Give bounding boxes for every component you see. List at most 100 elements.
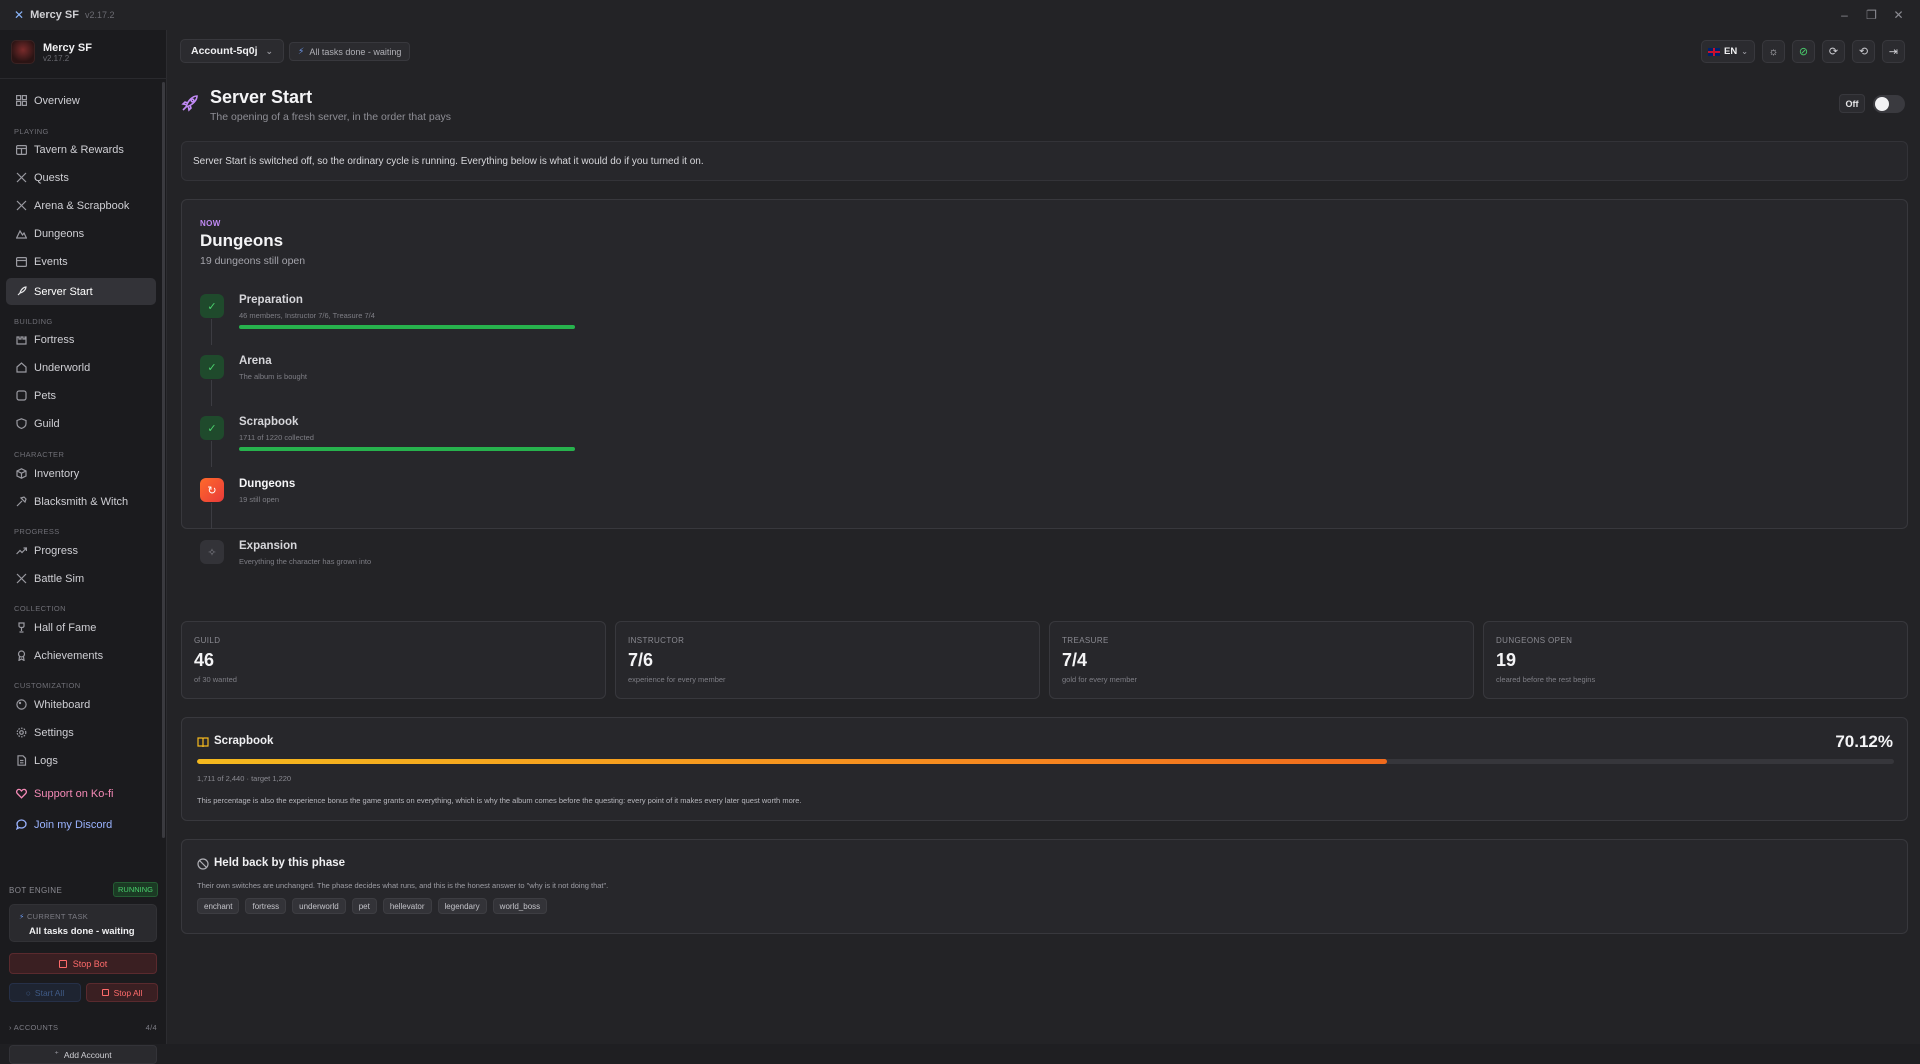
sidebar-item-label: Settings	[34, 726, 74, 739]
phase-now-label: NOW	[200, 219, 221, 228]
sidebar-item-tavern[interactable]: Tavern & Rewards	[6, 136, 156, 163]
sidebar-item-label: Dungeons	[34, 227, 85, 240]
sync-icon: ⟲	[1858, 46, 1869, 58]
avatar	[11, 40, 35, 64]
sidebar-item-events[interactable]: Events	[6, 248, 156, 275]
castle-icon	[14, 333, 28, 347]
sidebar-item-logs[interactable]: Logs	[6, 747, 156, 774]
stat-desc: experience for every member	[628, 675, 726, 684]
server-start-toggle[interactable]	[1873, 95, 1905, 113]
stop-bot-button[interactable]: Stop Bot	[9, 953, 157, 974]
chevron-right-icon: ›	[9, 1023, 12, 1032]
close-icon[interactable]: ✕	[1885, 0, 1912, 30]
sidebar: Mercy SF v2.17.2 Overview PLAYING Tavern…	[0, 30, 167, 1064]
sidebar-item-guild[interactable]: Guild	[6, 410, 156, 437]
stat-label: INSTRUCTOR	[628, 636, 685, 645]
stat-label: GUILD	[194, 636, 221, 645]
language-select[interactable]: EN ⌄	[1701, 40, 1755, 63]
scrapbook-progress-track	[197, 759, 1894, 764]
visibility-toggle-button[interactable]: ⊘	[1792, 40, 1815, 63]
sidebar-item-progress[interactable]: Progress	[6, 537, 156, 564]
scrapbook-card: Scrapbook 70.12% 1,711 of 2,440 · target…	[181, 717, 1908, 821]
accounts-header[interactable]: › ACCOUNTS 4/4	[9, 1023, 157, 1032]
sidebar-scrollbar[interactable]	[162, 82, 165, 838]
divider	[0, 78, 167, 79]
stat-card-treasure: TREASURE 7/4 gold for every member	[1049, 621, 1474, 699]
sidebar-item-overview[interactable]: Overview	[6, 87, 156, 114]
banner-text: Server Start is switched off, so the ord…	[193, 155, 704, 167]
stat-desc: gold for every member	[1062, 675, 1138, 684]
stat-desc: of 30 wanted	[194, 675, 237, 684]
sidebar-item-settings[interactable]: Settings	[6, 719, 156, 746]
sidebar-item-kofi[interactable]: Support on Ko-fi	[6, 780, 156, 807]
sidebar-item-underworld[interactable]: Underworld	[6, 354, 156, 381]
chip: pet	[351, 898, 377, 914]
chip: underworld	[292, 898, 346, 914]
held-back-note: Their own switches are unchanged. The ph…	[197, 881, 609, 890]
stop-bot-label: Stop Bot	[72, 958, 108, 969]
rocket-icon	[181, 95, 198, 112]
brand-name: Mercy SF	[43, 41, 92, 54]
sidebar-item-label: Join my Discord	[34, 818, 113, 831]
sidebar-item-fortress[interactable]: Fortress	[6, 326, 156, 353]
sidebar-item-blacksmith[interactable]: Blacksmith & Witch	[6, 488, 156, 515]
stat-card-dungeons-open: DUNGEONS OPEN 19 cleared before the rest…	[1483, 621, 1908, 699]
scrapbook-title: Scrapbook	[214, 735, 274, 747]
sidebar-item-label: Underworld	[34, 361, 91, 374]
sidebar-item-label: Overview	[34, 94, 80, 107]
step-scrapbook: ✓ Scrapbook 1711 of 1220 collected	[200, 416, 800, 467]
calendar-icon	[14, 255, 28, 269]
book-icon	[197, 737, 209, 748]
refresh-button[interactable]: ⟳	[1822, 40, 1845, 63]
sidebar-item-inventory[interactable]: Inventory	[6, 460, 156, 487]
swords-icon	[14, 171, 28, 185]
toggle-state-label: Off	[1839, 94, 1865, 113]
restore-icon[interactable]: ❐	[1858, 0, 1885, 30]
add-account-button[interactable]: ⁺ Add Account	[9, 1045, 157, 1064]
check-icon: ✓	[200, 355, 224, 379]
sun-icon: ☼	[1768, 45, 1779, 58]
sidebar-item-arena[interactable]: Arena & Scrapbook	[6, 192, 156, 219]
sidebar-item-discord[interactable]: Join my Discord	[6, 811, 156, 838]
held-back-card: Held back by this phase Their own switch…	[181, 839, 1908, 934]
add-account-label: Add Account	[63, 1049, 112, 1060]
chat-bubble-icon	[14, 818, 28, 832]
step-desc: Everything the character has grown into	[239, 557, 372, 566]
logout-icon: ⇥	[1888, 46, 1899, 58]
step-connector	[211, 380, 212, 406]
account-select[interactable]: Account-5q0j ⌄	[180, 39, 285, 63]
sidebar-item-dungeons[interactable]: Dungeons	[6, 220, 156, 247]
stop-all-button[interactable]: Stop All	[86, 983, 158, 1002]
ban-icon	[197, 858, 209, 870]
hammer-icon	[14, 495, 28, 509]
current-task-value: All tasks done - waiting	[29, 926, 135, 937]
box-icon	[14, 467, 28, 481]
stat-card-instructor: INSTRUCTOR 7/6 experience for every memb…	[615, 621, 1040, 699]
logout-button[interactable]: ⇥	[1882, 40, 1905, 63]
square-icon	[58, 959, 67, 968]
check-icon: ✓	[200, 294, 224, 318]
sidebar-item-quests[interactable]: Quests	[6, 164, 156, 191]
accounts-count: 4/4	[145, 1023, 157, 1032]
section-collection: COLLECTION	[14, 604, 66, 613]
held-back-title: Held back by this phase	[214, 857, 346, 869]
sidebar-item-pets[interactable]: Pets	[6, 382, 156, 409]
sidebar-item-label: Blacksmith & Witch	[34, 495, 129, 508]
sidebar-item-label: Support on Ko-fi	[34, 787, 114, 800]
theme-toggle-button[interactable]: ☼	[1762, 40, 1785, 63]
sidebar-item-hall-of-fame[interactable]: Hall of Fame	[6, 614, 156, 641]
stat-value: 46	[194, 650, 215, 670]
check-icon: ✓	[200, 416, 224, 440]
minimize-icon[interactable]: –	[1831, 0, 1858, 30]
sidebar-item-server-start[interactable]: Server Start	[6, 278, 156, 305]
sidebar-item-achievements[interactable]: Achievements	[6, 642, 156, 669]
bot-engine-label: BOT ENGINE	[9, 886, 63, 895]
sidebar-item-battle-sim[interactable]: Battle Sim	[6, 565, 156, 592]
stop-all-label: Stop All	[113, 987, 143, 998]
sidebar-item-whiteboard[interactable]: Whiteboard	[6, 691, 156, 718]
eye-off-icon: ⊘	[1798, 46, 1809, 58]
stat-value: 7/4	[1062, 650, 1088, 670]
start-all-button[interactable]: ○ Start All	[9, 983, 81, 1002]
task-status-text: All tasks done - waiting	[309, 46, 402, 57]
sync-button[interactable]: ⟲	[1852, 40, 1875, 63]
